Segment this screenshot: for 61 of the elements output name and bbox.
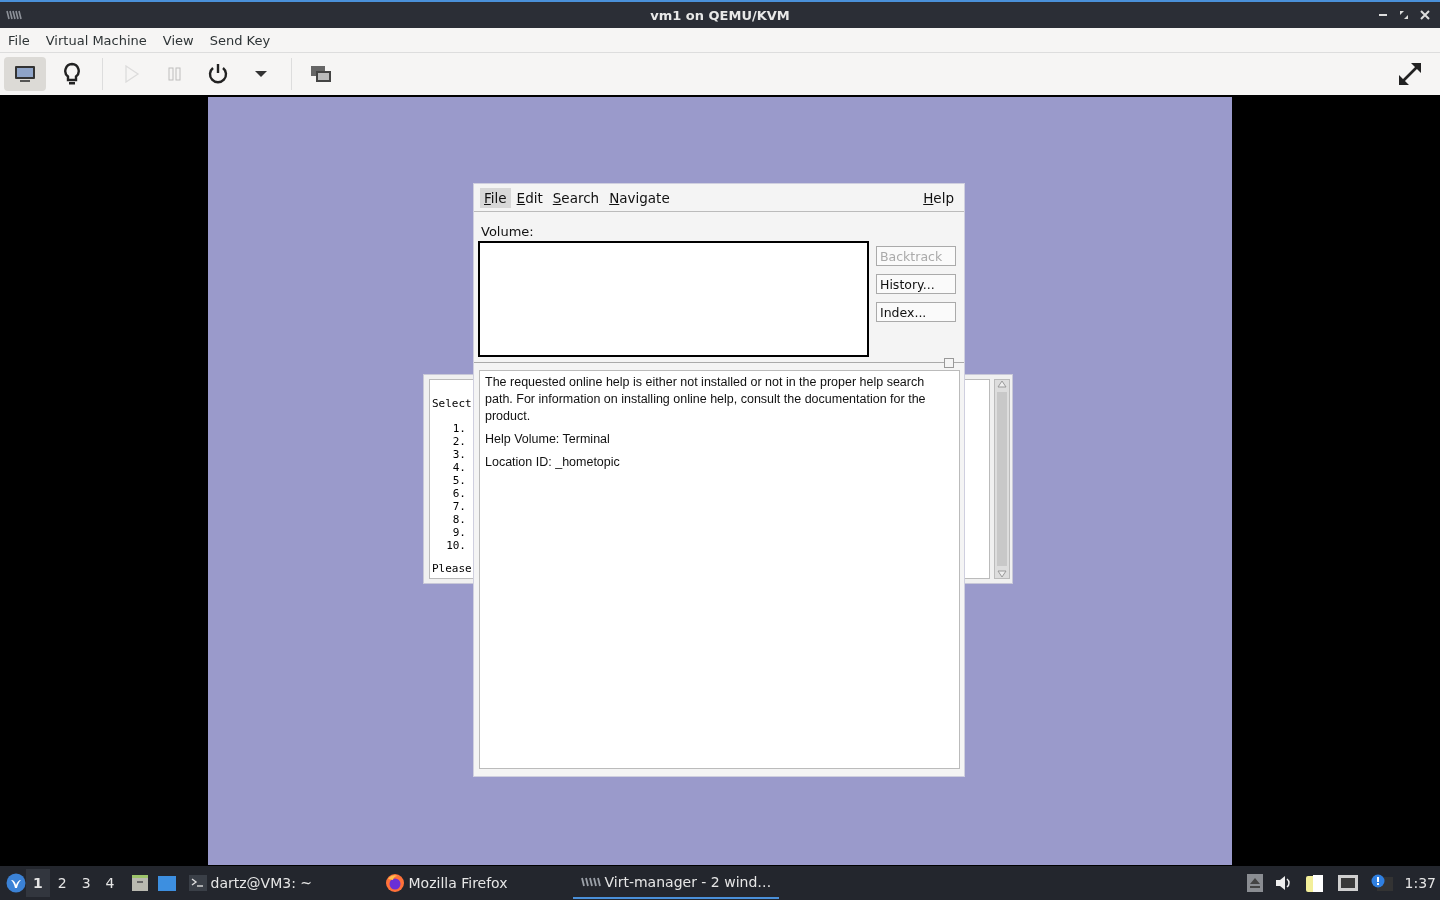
- terminal-text: Please: [432, 562, 472, 575]
- terminal-icon: [188, 875, 207, 891]
- pause-icon: [168, 66, 182, 82]
- desktop-icon[interactable]: [156, 874, 177, 892]
- workspace-button[interactable]: 3: [74, 869, 98, 897]
- monitor-button[interactable]: [4, 57, 46, 91]
- close-icon[interactable]: [1420, 10, 1430, 20]
- taskbar-button[interactable]: Virt-manager - 2 wind…: [572, 867, 780, 899]
- workspace-button[interactable]: 1: [26, 869, 50, 897]
- list-number: 9.: [451, 526, 466, 539]
- help-paragraph: Location ID: _hometopic: [485, 454, 621, 471]
- help-button[interactable]: Index...: [876, 302, 956, 322]
- menu-item[interactable]: Send Key: [209, 32, 271, 48]
- screens-icon: [310, 64, 332, 84]
- lightbulb-icon: [63, 62, 81, 86]
- virt-manager-icon: [580, 877, 601, 887]
- list-number: 3.: [451, 448, 466, 461]
- monitor-icon: [14, 65, 36, 83]
- sash-handle[interactable]: [944, 358, 954, 368]
- taskbar-button[interactable]: Mozilla Firefox: [376, 867, 573, 899]
- help-paragraph: The requested online help is either not installed or not in the proper help search path. For information on installing online help, consult the documentation for the product.: [485, 374, 927, 425]
- window-title: vm1 on QEMU/KVM: [650, 7, 790, 23]
- notification-icon[interactable]: [1370, 874, 1393, 892]
- power-icon: [207, 63, 229, 85]
- menu-item[interactable]: Edit: [512, 187, 547, 208]
- workspace-button[interactable]: 2: [50, 869, 74, 897]
- list-number: 7.: [451, 500, 466, 513]
- file-manager-icon[interactable]: [130, 874, 149, 892]
- help-paragraph: Help Volume: Terminal: [485, 431, 611, 448]
- list-number: 10.: [445, 539, 466, 552]
- fullscreen-icon: [1397, 61, 1423, 87]
- eject-icon[interactable]: [1246, 874, 1263, 892]
- list-number: 1.: [451, 422, 466, 435]
- menu-item[interactable]: Navigate: [605, 187, 674, 208]
- clock: 1:37: [1404, 875, 1436, 891]
- network-icon[interactable]: [1336, 874, 1359, 892]
- maximize-icon[interactable]: [1399, 10, 1409, 20]
- workspace-button[interactable]: 4: [98, 869, 122, 897]
- volume-icon[interactable]: [1274, 875, 1293, 891]
- volume-label: Volume:: [481, 224, 535, 239]
- menu-item[interactable]: Help: [919, 187, 958, 208]
- menu-item[interactable]: Virtual Machine: [45, 32, 147, 48]
- list-number: 6.: [451, 487, 466, 500]
- list-number: 2.: [451, 435, 466, 448]
- menu-item[interactable]: View: [162, 32, 194, 48]
- menu-item[interactable]: File: [480, 187, 511, 208]
- menu-item[interactable]: Search: [548, 187, 604, 208]
- volume-list[interactable]: [478, 241, 869, 357]
- list-number: 5.: [451, 474, 466, 487]
- play-icon: [124, 65, 140, 83]
- taskbar-button[interactable]: dartz@VM3: ~: [180, 867, 377, 899]
- app-icon: [6, 10, 22, 20]
- menu-item[interactable]: File: [8, 32, 30, 48]
- clipboard-icon[interactable]: [1304, 873, 1325, 893]
- help-button[interactable]: History...: [876, 274, 956, 294]
- browser-icon: [384, 873, 405, 893]
- start-menu-icon[interactable]: [6, 873, 26, 893]
- list-number: 4.: [451, 461, 466, 474]
- terminal-text: Select: [432, 397, 472, 410]
- list-number: 8.: [451, 513, 466, 526]
- caret-icon: [255, 70, 267, 78]
